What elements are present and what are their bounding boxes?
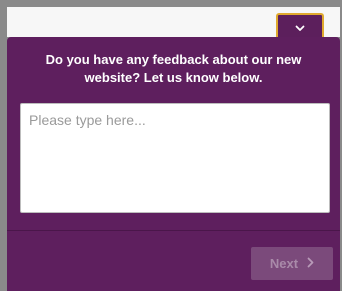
divider xyxy=(7,230,340,231)
chevron-right-icon xyxy=(307,256,314,271)
feedback-textarea[interactable] xyxy=(20,103,330,213)
page: Do you have any feedback about our new w… xyxy=(0,0,342,291)
next-button-label: Next xyxy=(269,256,299,271)
next-button[interactable]: Next xyxy=(251,247,333,280)
feedback-panel: Do you have any feedback about our new w… xyxy=(7,37,340,291)
feedback-question: Do you have any feedback about our new w… xyxy=(45,52,302,85)
chevron-down-icon xyxy=(295,19,305,37)
